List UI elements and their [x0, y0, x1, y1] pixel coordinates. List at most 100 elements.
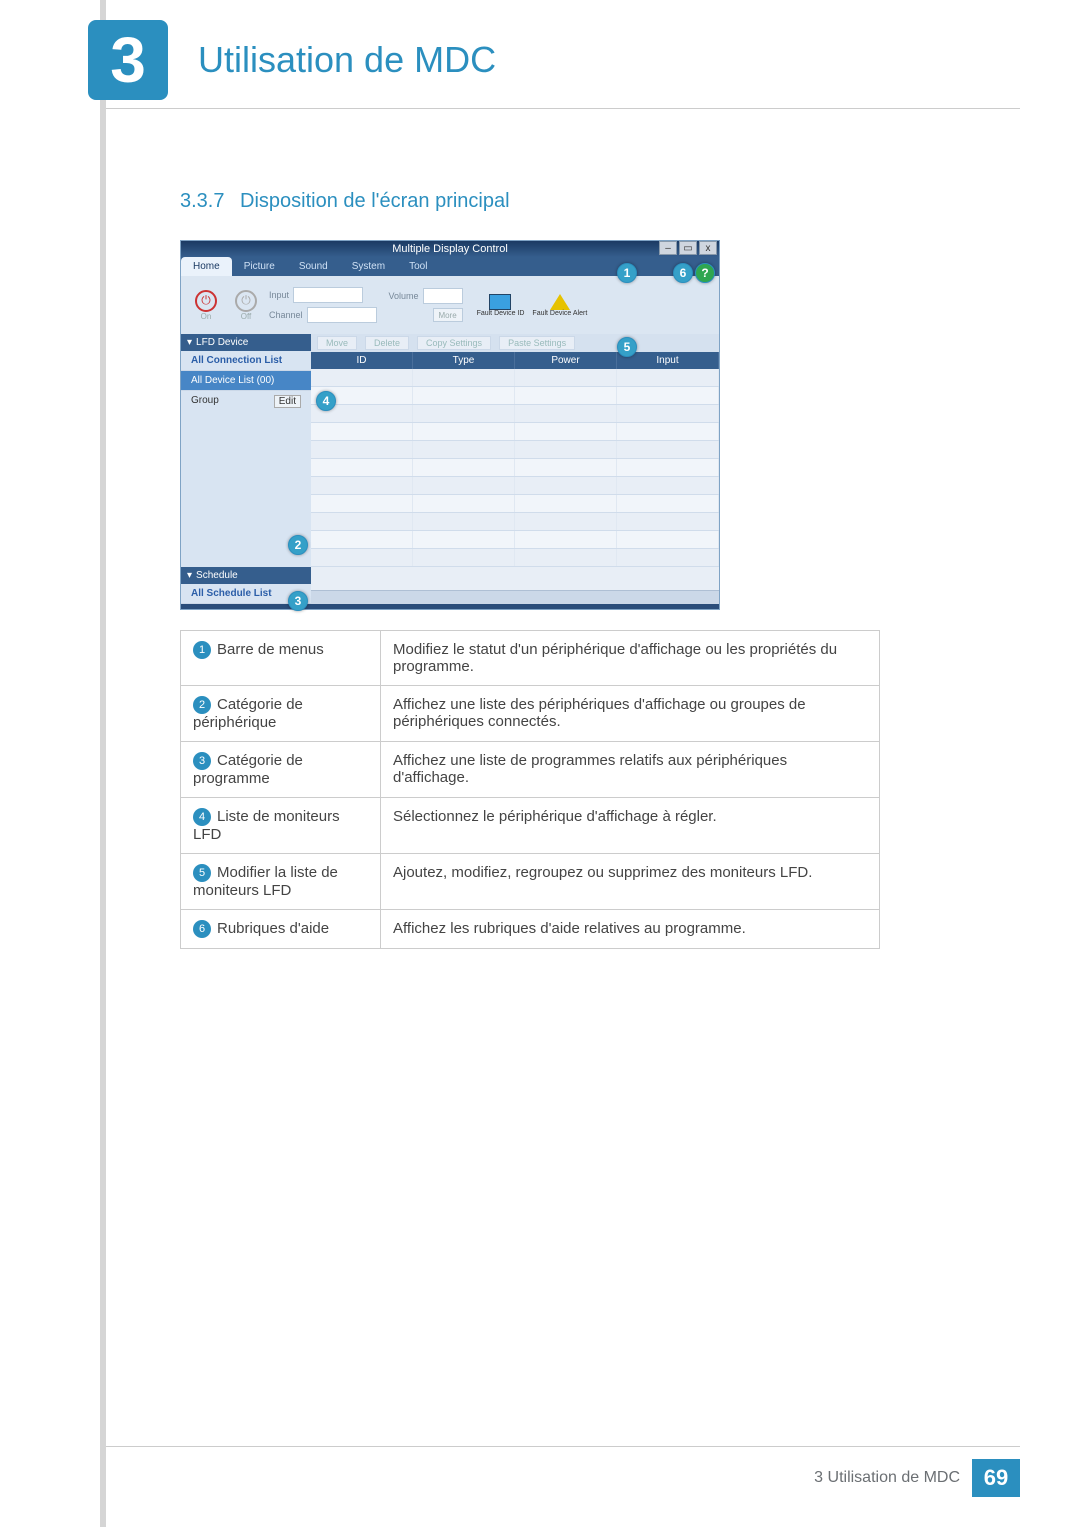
lfd-header-label: LFD Device — [196, 337, 248, 348]
table-row[interactable] — [311, 531, 719, 549]
table-row[interactable] — [311, 477, 719, 495]
legend-desc: Ajoutez, modifiez, regroupez ou supprime… — [381, 854, 880, 910]
tab-picture[interactable]: Picture — [232, 257, 287, 276]
sidebar-item-all-device[interactable]: All Device List (00) — [181, 371, 311, 391]
volume-field: Volume — [389, 288, 463, 304]
delete-button[interactable]: Delete — [365, 336, 409, 350]
input-label: Input — [269, 290, 289, 300]
col-power[interactable]: Power — [515, 352, 617, 369]
warning-icon — [550, 294, 570, 310]
edit-button[interactable]: Edit — [274, 395, 301, 408]
grid-body — [311, 369, 719, 590]
table-row[interactable] — [311, 549, 719, 567]
legend-badge: 1 — [193, 641, 211, 659]
maximize-button[interactable]: ▭ — [679, 241, 697, 255]
legend-label: Liste de moniteurs LFD — [193, 808, 340, 843]
toolbar: ⏻ On ⏻ Off Input Channel Volume More — [181, 276, 719, 334]
legend-desc: Affichez une liste des périphériques d'a… — [381, 686, 880, 742]
channel-label: Channel — [269, 310, 303, 320]
window-controls: – ▭ x — [659, 241, 717, 255]
left-margin-bar — [100, 0, 106, 1527]
footer-chapter-ref: 3 Utilisation de MDC — [814, 1469, 960, 1487]
marker-5: 5 — [617, 337, 637, 357]
fault-alert-label: Fault Device Alert — [532, 310, 587, 317]
lfd-device-header[interactable]: ▾ LFD Device — [181, 334, 311, 351]
power-off-label: Off — [241, 312, 252, 321]
marker-2: 2 — [288, 535, 308, 555]
table-row[interactable] — [311, 459, 719, 477]
legend-badge: 6 — [193, 920, 211, 938]
legend-badge: 2 — [193, 696, 211, 714]
sidebar-item-all-connection[interactable]: All Connection List — [181, 351, 311, 371]
help-icon[interactable]: ? — [695, 263, 715, 283]
legend-desc: Affichez les rubriques d'aide relatives … — [381, 910, 880, 949]
paste-settings-button[interactable]: Paste Settings — [499, 336, 575, 350]
page-number: 69 — [972, 1459, 1020, 1497]
copy-settings-button[interactable]: Copy Settings — [417, 336, 491, 350]
window-title: Multiple Display Control — [392, 243, 508, 255]
sidebar: ▾ LFD Device All Connection List All Dev… — [181, 334, 311, 604]
grid-header: ID Type Power Input — [311, 352, 719, 369]
col-id[interactable]: ID — [311, 352, 413, 369]
legend-row: 3Catégorie de programme Affichez une lis… — [181, 742, 880, 798]
legend-row: 6 Rubriques d'aide Affichez les rubriques… — [181, 910, 880, 949]
channel-field: Channel — [269, 307, 377, 323]
legend-desc: Affichez une liste de programmes relatif… — [381, 742, 880, 798]
volume-label: Volume — [389, 291, 419, 301]
app-screenshot: Multiple Display Control – ▭ x Home Pict… — [180, 240, 720, 610]
table-row[interactable] — [311, 441, 719, 459]
legend-desc: Modifiez le statut d'un périphérique d'a… — [381, 631, 880, 686]
power-on-label: On — [201, 312, 212, 321]
tab-sound[interactable]: Sound — [287, 257, 340, 276]
power-icon: ⏻ — [195, 290, 217, 312]
chevron-down-icon: ▾ — [187, 570, 192, 581]
table-row[interactable] — [311, 495, 719, 513]
legend-row: 2Catégorie de périphérique Affichez une … — [181, 686, 880, 742]
operations-row: Move Delete Copy Settings Paste Settings — [311, 334, 719, 352]
table-row[interactable] — [311, 405, 719, 423]
input-select[interactable] — [293, 287, 363, 303]
marker-6: 6 — [673, 263, 693, 283]
volume-slider[interactable] — [423, 288, 463, 304]
legend-label: Rubriques d'aide — [217, 920, 329, 937]
table-row[interactable] — [311, 513, 719, 531]
tab-home[interactable]: Home — [181, 257, 232, 276]
section-number: 3.3.7 — [180, 190, 224, 212]
close-button[interactable]: x — [699, 241, 717, 255]
main-panel: Move Delete Copy Settings Paste Settings… — [311, 334, 719, 604]
header-rule — [106, 108, 1020, 109]
table-row[interactable] — [311, 369, 719, 387]
minimize-button[interactable]: – — [659, 241, 677, 255]
monitor-icon — [489, 294, 511, 310]
more-button[interactable]: More — [433, 308, 463, 322]
horizontal-scrollbar[interactable] — [311, 590, 719, 604]
channel-select[interactable] — [307, 307, 377, 323]
legend-row: 5Modifier la liste de moniteurs LFD Ajou… — [181, 854, 880, 910]
legend-table: 1 Barre de menus Modifiez le statut d'un … — [180, 630, 880, 949]
tab-tool[interactable]: Tool — [397, 257, 439, 276]
legend-label: Modifier la liste de moniteurs LFD — [193, 864, 338, 899]
section-heading: 3.3.7 Disposition de l'écran principal — [180, 190, 510, 213]
titlebar: Multiple Display Control – ▭ x — [181, 241, 719, 257]
fault-device-id[interactable]: Fault Device ID — [477, 294, 525, 317]
move-button[interactable]: Move — [317, 336, 357, 350]
fault-panel: Fault Device ID Fault Device Alert — [477, 294, 588, 317]
input-field: Input — [269, 287, 377, 303]
legend-row: 4Liste de moniteurs LFD Sélectionnez le … — [181, 798, 880, 854]
legend-label: Barre de menus — [217, 641, 324, 658]
schedule-header[interactable]: ▾ Schedule — [181, 567, 311, 584]
legend-badge: 3 — [193, 752, 211, 770]
table-row[interactable] — [311, 387, 719, 405]
footer-rule — [106, 1446, 1020, 1447]
power-on-button[interactable]: ⏻ On — [189, 285, 223, 325]
chapter-header: 3 Utilisation de MDC — [88, 20, 496, 100]
power-off-button[interactable]: ⏻ Off — [229, 285, 263, 325]
power-icon: ⏻ — [235, 290, 257, 312]
group-label: Group — [191, 395, 219, 408]
legend-desc: Sélectionnez le périphérique d'affichage… — [381, 798, 880, 854]
sidebar-group-row: Group Edit — [181, 391, 311, 412]
fault-device-alert[interactable]: Fault Device Alert — [532, 294, 587, 317]
table-row[interactable] — [311, 423, 719, 441]
col-type[interactable]: Type — [413, 352, 515, 369]
tab-system[interactable]: System — [340, 257, 397, 276]
